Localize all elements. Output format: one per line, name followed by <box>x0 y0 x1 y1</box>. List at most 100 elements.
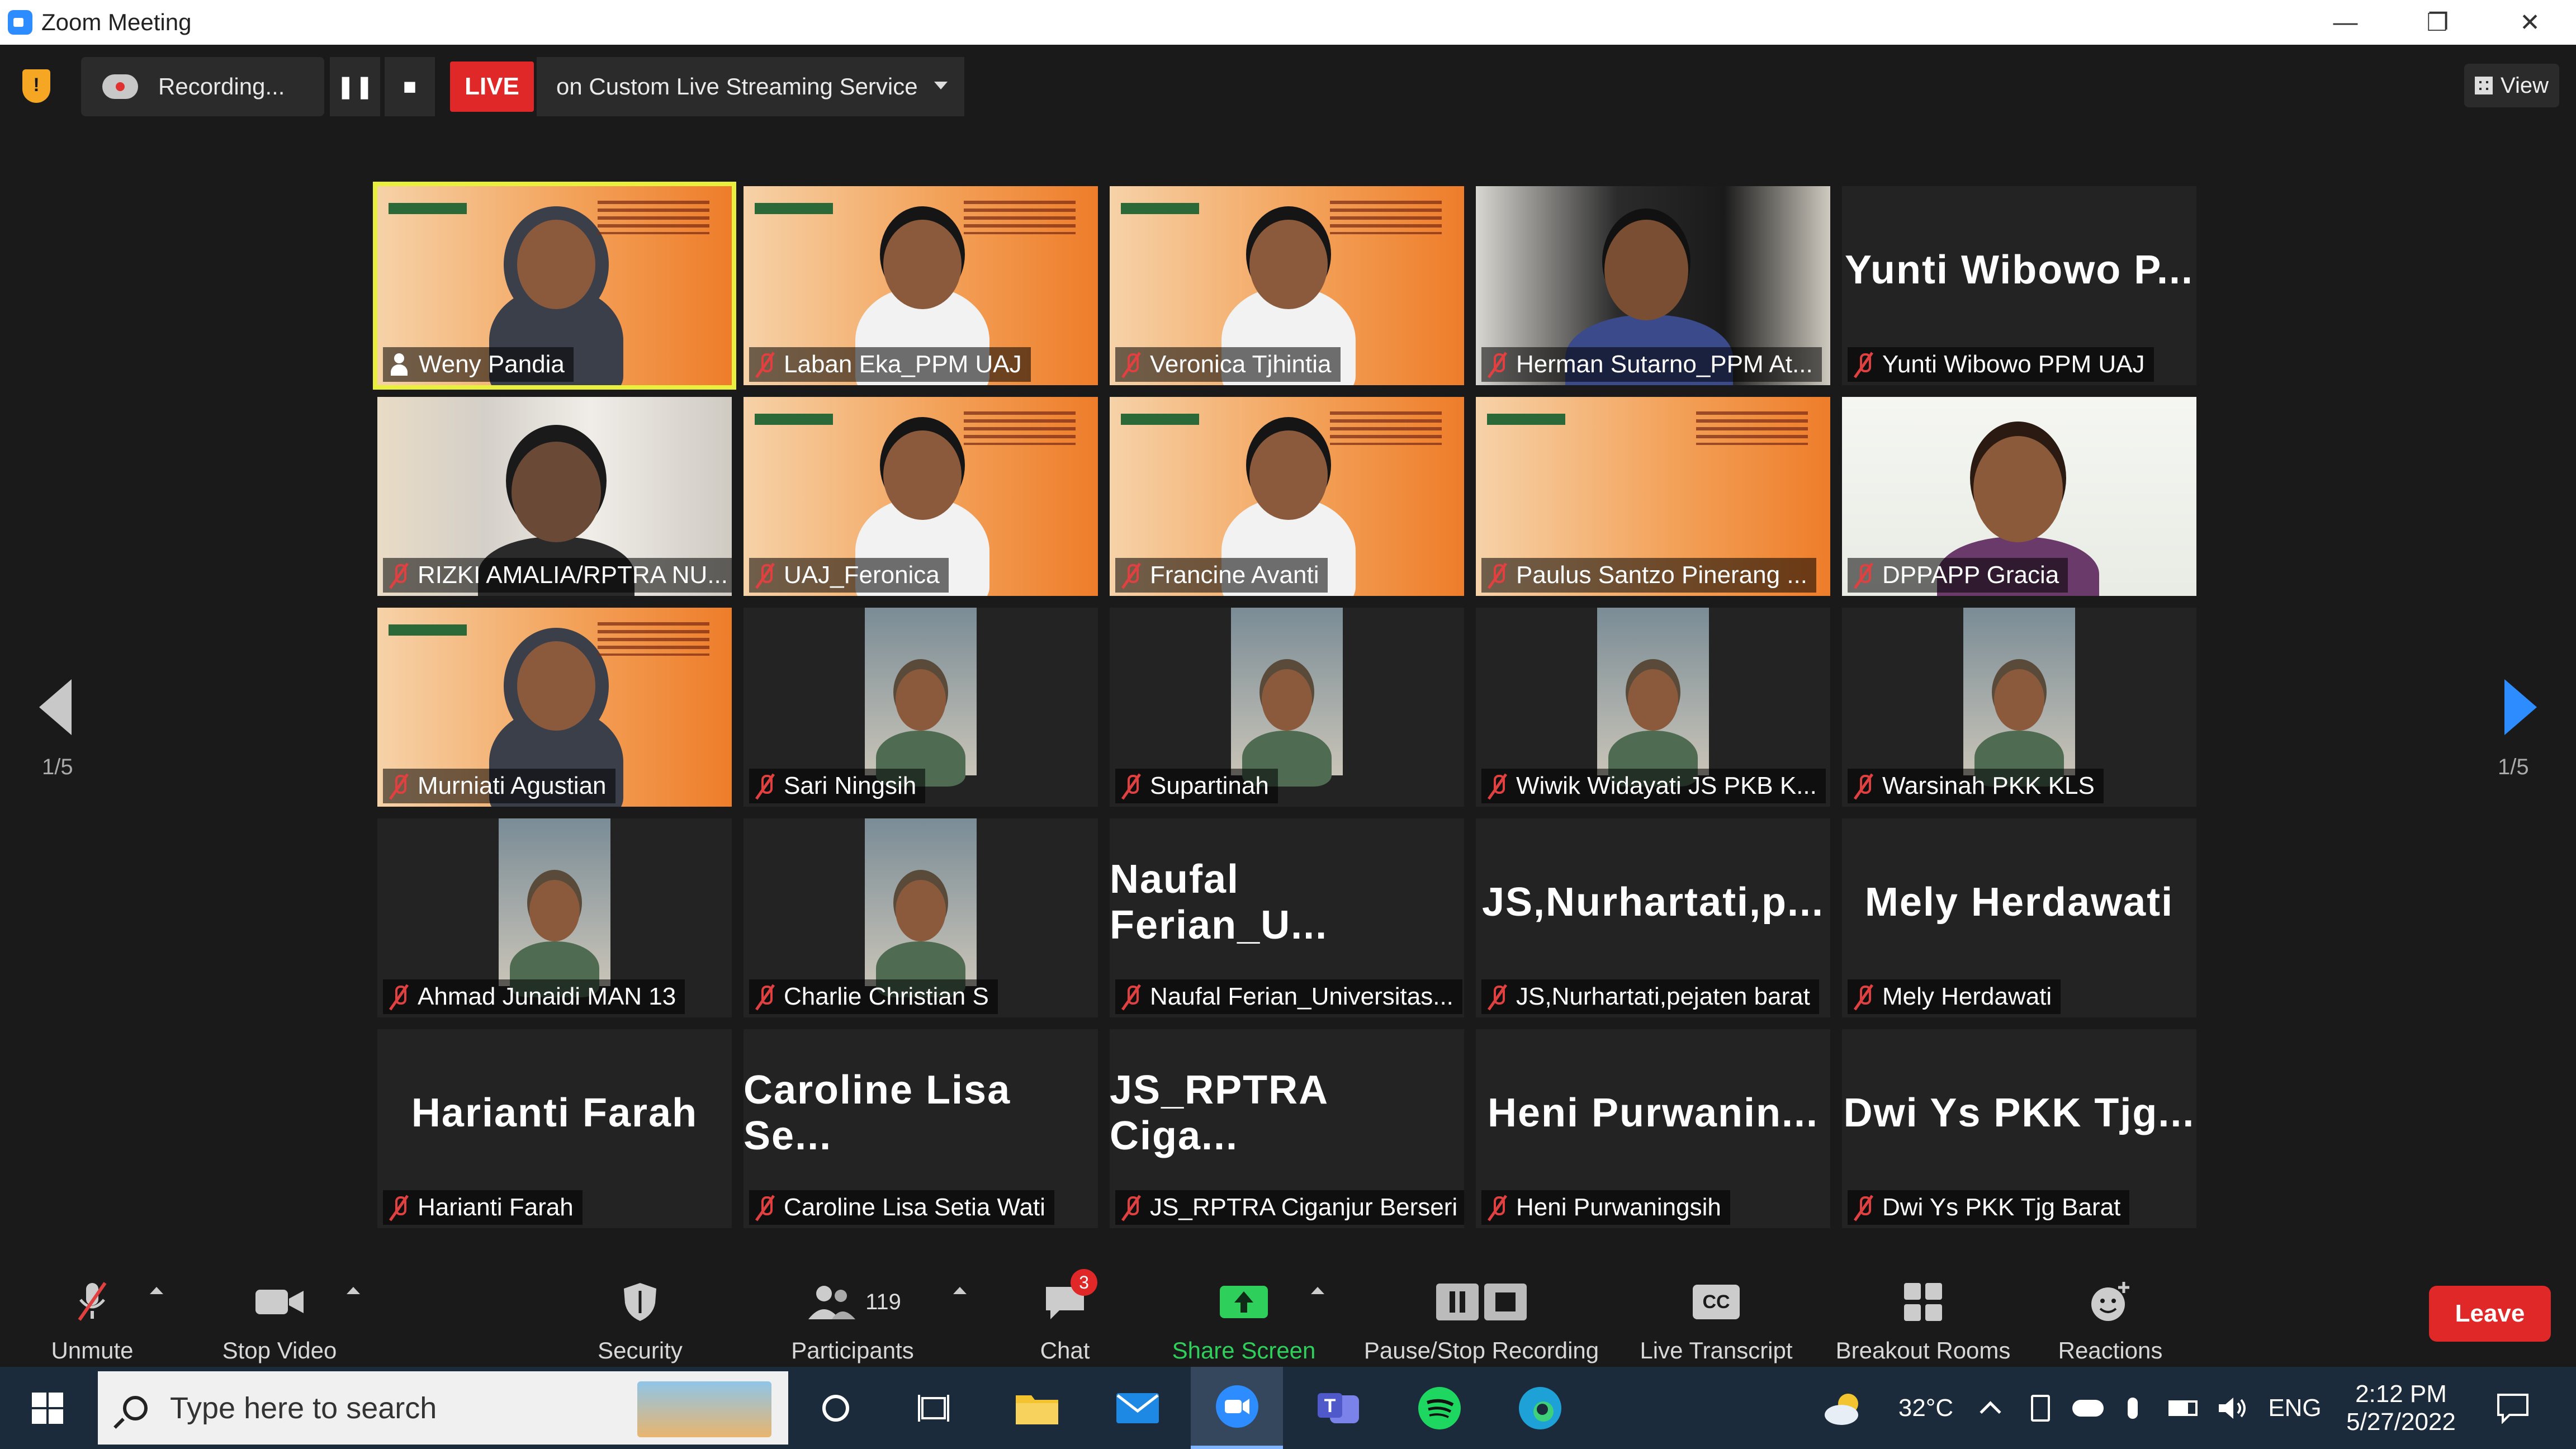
leave-button[interactable]: Leave <box>2429 1286 2551 1342</box>
participant-tile[interactable]: JS_RPTRA Ciga... JS_RPTRA Ciganjur Berser… <box>1110 1029 1464 1228</box>
participant-name: Heni Purwaningsih <box>1516 1194 1721 1221</box>
weather-temperature[interactable]: 32°C <box>1881 1367 1971 1449</box>
unmute-button[interactable]: Unmute <box>36 1263 148 1364</box>
zoom-taskbar-icon[interactable] <box>1191 1367 1283 1449</box>
minimize-button[interactable]: — <box>2299 0 2392 45</box>
share-options-caret-icon[interactable] <box>1311 1287 1324 1294</box>
participant-tile[interactable]: UAJ_Feronica <box>744 397 1098 596</box>
device-tray-icon[interactable] <box>2024 1367 2057 1449</box>
onedrive-cloud-icon[interactable] <box>2068 1367 2108 1449</box>
breakout-rooms-button[interactable]: Breakout Rooms <box>1828 1263 2018 1364</box>
participant-name-label: Supartinah <box>1115 769 1278 803</box>
taskbar-search-input[interactable]: Type here to search <box>98 1371 788 1445</box>
stop-video-button[interactable]: Stop Video <box>215 1263 344 1364</box>
participant-tile[interactable]: Weny Pandia <box>373 182 736 390</box>
live-stream-dropdown[interactable]: on Custom Live Streaming Service <box>537 57 964 116</box>
stop-recording-button[interactable]: ■ <box>385 57 435 116</box>
share-screen-button[interactable]: Share Screen <box>1163 1263 1325 1364</box>
participant-name: Warsinah PKK KLS <box>1882 772 2095 799</box>
view-button[interactable]: View <box>2464 64 2559 107</box>
next-page-arrow-icon[interactable] <box>2504 679 2537 735</box>
participant-face <box>883 220 962 309</box>
participant-tile[interactable]: Mely Herdawati Mely Herdawati <box>1842 818 2196 1017</box>
close-button[interactable]: ✕ <box>2484 0 2576 45</box>
participants-button[interactable]: 119 Participants <box>777 1263 928 1364</box>
share-screen-icon <box>1219 1277 1269 1327</box>
encryption-shield-icon[interactable]: ! <box>22 69 50 103</box>
task-view-icon[interactable] <box>908 1367 959 1449</box>
participant-tile[interactable]: Yunti Wibowo P... Yunti Wibowo PPM UAJ <box>1842 186 2196 385</box>
participant-name: Dwi Ys PKK Tjg Barat <box>1882 1194 2121 1221</box>
portrait-video-feed <box>1597 608 1709 787</box>
participant-tile[interactable]: DPPAPP Gracia <box>1842 397 2196 596</box>
windows-start-icon[interactable] <box>22 1367 73 1449</box>
page-indicator-right: 1/5 <box>2498 755 2529 779</box>
live-badge[interactable]: LIVE <box>450 61 534 112</box>
show-hidden-icons-chevron-icon[interactable] <box>1973 1367 2007 1449</box>
pause-stop-recording-button[interactable]: Pause/Stop Recording <box>1353 1263 1610 1364</box>
svg-text:T: T <box>1324 1395 1336 1417</box>
cortana-icon[interactable] <box>811 1367 861 1449</box>
microphone-muted-icon <box>1854 774 1873 798</box>
recording-indicator[interactable]: Recording... <box>81 57 324 116</box>
participant-tile[interactable]: Herman Sutarno_PPM At... <box>1476 186 1830 385</box>
participant-tile[interactable]: Harianti Farah Harianti Farah <box>377 1029 732 1228</box>
clock[interactable]: 2:12 PM 5/27/2022 <box>2340 1367 2463 1449</box>
title-bar: Zoom Meeting — ❐ ✕ <box>0 0 2576 45</box>
recording-label: Recording... <box>158 73 285 100</box>
participant-tile[interactable]: Charlie Christian S <box>744 818 1098 1017</box>
notifications-icon[interactable] <box>2485 1367 2541 1449</box>
security-button[interactable]: Security <box>584 1263 696 1364</box>
participant-tile[interactable]: Francine Avanti <box>1110 397 1464 596</box>
participant-tile[interactable]: Ahmad Junaidi MAN 13 <box>377 818 732 1017</box>
participants-options-caret-icon[interactable] <box>953 1287 967 1294</box>
edge-browser-icon[interactable] <box>1512 1367 1568 1449</box>
clock-time: 2:12 PM <box>2355 1380 2447 1408</box>
participant-tile[interactable]: Caroline Lisa Se... Caroline Lisa Setia W… <box>744 1029 1098 1228</box>
teams-icon[interactable]: T <box>1311 1367 1367 1449</box>
participant-face <box>883 430 962 520</box>
participant-tile[interactable]: Supartinah <box>1110 608 1464 807</box>
participant-display-name: JS,Nurhartati,p... <box>1481 880 1825 925</box>
participant-tile[interactable]: Paulus Santzo Pinerang ... <box>1476 397 1830 596</box>
pause-stop-recording-label: Pause/Stop Recording <box>1363 1337 1599 1363</box>
participant-tile[interactable]: Veronica Tjhintia <box>1110 186 1464 385</box>
reactions-label: Reactions <box>2058 1337 2163 1363</box>
battery-icon[interactable] <box>2163 1367 2203 1449</box>
file-explorer-icon[interactable] <box>1009 1367 1065 1449</box>
video-options-caret-icon[interactable] <box>347 1287 360 1294</box>
participant-name: Veronica Tjhintia <box>1150 351 1332 378</box>
microphone-muted-icon <box>1122 1195 1141 1220</box>
chat-button[interactable]: 3 Chat <box>1015 1263 1115 1364</box>
portrait-video-feed <box>865 608 977 787</box>
microphone-tray-icon[interactable] <box>2119 1367 2147 1449</box>
mail-icon[interactable] <box>1110 1367 1166 1449</box>
participant-tile[interactable]: JS,Nurhartati,p... JS,Nurhartati,pejaten … <box>1476 818 1830 1017</box>
participant-display-name: Heni Purwanin... <box>1487 1091 1819 1135</box>
weather-cloud-sun-icon[interactable] <box>1820 1367 1870 1449</box>
restore-button[interactable]: ❐ <box>2392 0 2484 45</box>
participant-name: JS,Nurhartati,pejaten barat <box>1516 983 1810 1010</box>
participant-face <box>1262 669 1312 731</box>
spotify-icon[interactable] <box>1412 1367 1467 1449</box>
participant-name: Ahmad Junaidi MAN 13 <box>418 983 676 1010</box>
participant-tile[interactable]: Laban Eka_PPM UAJ <box>744 186 1098 385</box>
participant-tile[interactable]: Murniati Agustian <box>377 608 732 807</box>
volume-speaker-icon[interactable] <box>2214 1367 2253 1449</box>
input-language[interactable]: ENG <box>2264 1367 2326 1449</box>
participant-tile[interactable]: Wiwik Widayati JS PKB K... <box>1476 608 1830 807</box>
previous-page-arrow-icon[interactable] <box>39 679 72 735</box>
participant-tile[interactable]: Sari Ningsih <box>744 608 1098 807</box>
participant-name-label: Mely Herdawati <box>1848 979 2061 1014</box>
participant-tile[interactable]: Naufal Ferian_U... Naufal Ferian_Universi… <box>1110 818 1464 1017</box>
participant-name: Paulus Santzo Pinerang ... <box>1516 561 1807 589</box>
audio-options-caret-icon[interactable] <box>150 1287 163 1294</box>
participant-tile[interactable]: Dwi Ys PKK Tjg... Dwi Ys PKK Tjg Barat <box>1842 1029 2196 1228</box>
reactions-button[interactable]: Reactions <box>2049 1263 2172 1364</box>
pause-recording-button[interactable]: ❚❚ <box>330 57 380 116</box>
participant-tile[interactable]: RIZKI AMALIA/RPTRA NU... <box>377 397 732 596</box>
participant-tile[interactable]: Heni Purwanin... Heni Purwaningsih <box>1476 1029 1830 1228</box>
live-transcript-button[interactable]: CC Live Transcript <box>1624 1263 1808 1364</box>
participant-name-label: UAJ_Feronica <box>749 558 949 593</box>
participant-tile[interactable]: Warsinah PKK KLS <box>1842 608 2196 807</box>
